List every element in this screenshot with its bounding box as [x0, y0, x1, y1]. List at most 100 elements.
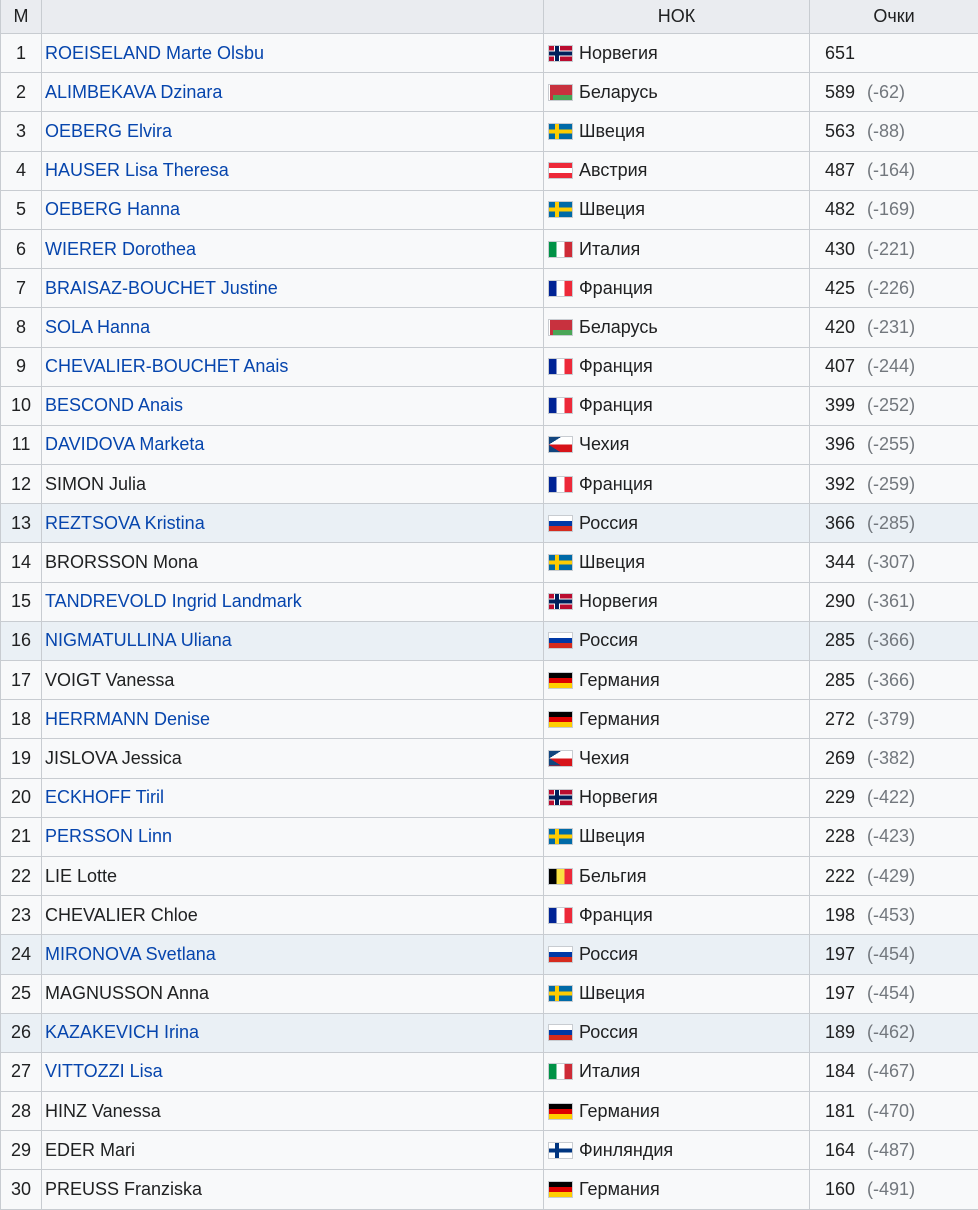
rank-cell: 14 [1, 543, 42, 582]
russia-flag-icon[interactable] [549, 633, 572, 648]
noc-cell: Россия [544, 935, 810, 974]
athlete-cell: SOLA Hanna [42, 308, 544, 347]
header-name[interactable] [42, 0, 544, 34]
athlete-link[interactable]: HAUSER Lisa Theresa [45, 160, 229, 180]
noc-cell: Италия [544, 1052, 810, 1091]
athlete-link[interactable]: ECKHOFF Tiril [45, 787, 164, 807]
noc-cell: Франция [544, 465, 810, 504]
rank-cell: 8 [1, 308, 42, 347]
noc-cell: Россия [544, 504, 810, 543]
athlete-cell: ECKHOFF Tiril [42, 778, 544, 817]
points-value: 366 [825, 513, 855, 533]
france-flag-icon[interactable] [549, 359, 572, 374]
rank-cell: 30 [1, 1170, 42, 1209]
athlete-link[interactable]: OEBERG Elvira [45, 121, 172, 141]
points-cell: 228(-423) [810, 817, 978, 856]
sweden-flag-icon[interactable] [549, 124, 572, 139]
athlete-link[interactable]: CHEVALIER-BOUCHET Anais [45, 356, 288, 376]
athlete-link[interactable]: NIGMATULLINA Uliana [45, 630, 232, 650]
belarus-flag-icon[interactable] [549, 320, 572, 335]
finland-flag-icon[interactable] [549, 1143, 572, 1158]
sweden-flag-icon[interactable] [549, 986, 572, 1001]
norway-flag-icon[interactable] [549, 790, 572, 805]
france-flag-icon[interactable] [549, 908, 572, 923]
points-cell: 392(-259) [810, 465, 978, 504]
points-cell: 396(-255) [810, 425, 978, 464]
points-gap: (-231) [867, 317, 915, 337]
france-flag-icon[interactable] [549, 398, 572, 413]
athlete-link[interactable]: SOLA Hanna [45, 317, 150, 337]
russia-flag-icon[interactable] [549, 516, 572, 531]
country-name: Швеция [579, 983, 645, 1003]
athlete-link[interactable]: ROEISELAND Marte Olsbu [45, 43, 264, 63]
points-value: 222 [825, 866, 855, 886]
athlete-link[interactable]: OEBERG Hanna [45, 199, 180, 219]
points-cell: 160(-491) [810, 1170, 978, 1209]
belarus-flag-icon[interactable] [549, 85, 572, 100]
athlete-link[interactable]: HERRMANN Denise [45, 709, 210, 729]
athlete-link[interactable]: REZTSOVA Kristina [45, 513, 205, 533]
athlete-link[interactable]: VITTOZZI Lisa [45, 1061, 163, 1081]
points-value: 164 [825, 1140, 855, 1160]
athlete-link[interactable]: KAZAKEVICH Irina [45, 1022, 199, 1042]
germany-flag-icon[interactable] [549, 1104, 572, 1119]
germany-flag-icon[interactable] [549, 673, 572, 688]
athlete-link[interactable]: TANDREVOLD Ingrid Landmark [45, 591, 302, 611]
russia-flag-icon[interactable] [549, 947, 572, 962]
france-flag-icon[interactable] [549, 281, 572, 296]
rank-cell: 2 [1, 73, 42, 112]
noc-cell: Чехия [544, 739, 810, 778]
athlete-link[interactable]: ALIMBEKAVA Dzinara [45, 82, 222, 102]
germany-flag-icon[interactable] [549, 712, 572, 727]
noc-cell: Франция [544, 347, 810, 386]
athlete-link[interactable]: MIRONOVA Svetlana [45, 944, 216, 964]
athlete-cell: BRORSSON Mona [42, 543, 544, 582]
norway-flag-icon[interactable] [549, 594, 572, 609]
czechia-flag-icon[interactable] [549, 437, 572, 452]
rank-cell: 19 [1, 739, 42, 778]
points-gap: (-259) [867, 474, 915, 494]
sweden-flag-icon[interactable] [549, 555, 572, 570]
country-name: Франция [579, 395, 653, 415]
points-value: 589 [825, 82, 855, 102]
points-cell: 189(-462) [810, 1013, 978, 1052]
country-name: Россия [579, 630, 638, 650]
table-row: 5OEBERG HannaШвеция482(-169) [1, 190, 978, 229]
table-row: 18HERRMANN DeniseГермания272(-379) [1, 700, 978, 739]
austria-flag-icon[interactable] [549, 163, 572, 178]
points-cell: 197(-454) [810, 935, 978, 974]
belgium-flag-icon[interactable] [549, 869, 572, 884]
points-gap: (-423) [867, 826, 915, 846]
points-cell: 407(-244) [810, 347, 978, 386]
athlete-cell: HAUSER Lisa Theresa [42, 151, 544, 190]
germany-flag-icon[interactable] [549, 1182, 572, 1197]
italy-flag-icon[interactable] [549, 1064, 572, 1079]
header-noc[interactable]: НОК [544, 0, 810, 34]
russia-flag-icon[interactable] [549, 1025, 572, 1040]
athlete-link[interactable]: WIERER Dorothea [45, 239, 196, 259]
athlete-link[interactable]: BESCOND Anais [45, 395, 183, 415]
noc-cell: Германия [544, 700, 810, 739]
header-points[interactable]: Очки [810, 0, 978, 34]
athlete-link[interactable]: DAVIDOVA Marketa [45, 434, 204, 454]
points-value: 272 [825, 709, 855, 729]
country-name: Чехия [579, 748, 629, 768]
country-name: Италия [579, 239, 640, 259]
noc-cell: Беларусь [544, 308, 810, 347]
athlete-link[interactable]: PERSSON Linn [45, 826, 172, 846]
sweden-flag-icon[interactable] [549, 829, 572, 844]
rank-cell: 6 [1, 229, 42, 268]
norway-flag-icon[interactable] [549, 46, 572, 61]
italy-flag-icon[interactable] [549, 242, 572, 257]
sweden-flag-icon[interactable] [549, 202, 572, 217]
header-position[interactable]: М [1, 0, 42, 34]
points-value: 285 [825, 630, 855, 650]
czechia-flag-icon[interactable] [549, 751, 572, 766]
athlete-link[interactable]: BRAISAZ-BOUCHET Justine [45, 278, 278, 298]
noc-cell: Норвегия [544, 778, 810, 817]
france-flag-icon[interactable] [549, 477, 572, 492]
athlete-cell: MAGNUSSON Anna [42, 974, 544, 1013]
country-name: Германия [579, 709, 660, 729]
points-value: 160 [825, 1179, 855, 1199]
country-name: Россия [579, 513, 638, 533]
